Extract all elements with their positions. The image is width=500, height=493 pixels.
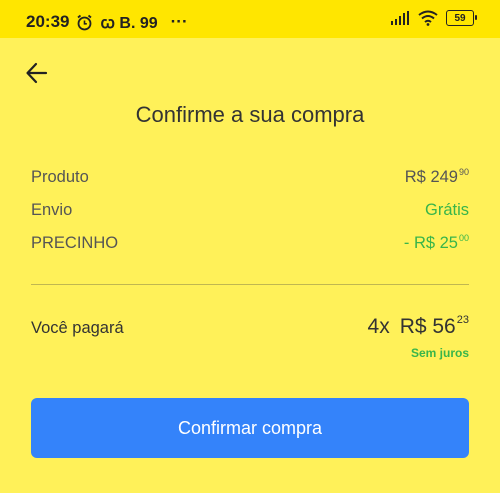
more-notifications-icon: ··· (170, 12, 188, 31)
status-time: 20:39 (26, 12, 70, 31)
notification-indicators: ꞷ B. 99 (100, 15, 158, 32)
installment-value: R$ 56 (399, 315, 456, 338)
summary-row-product: Produto R$ 24990 (31, 167, 469, 187)
page-title: Confirme a sua compra (135, 102, 365, 127)
summary-row-shipping: Envio Grátis (31, 201, 469, 220)
product-price: R$ 24990 (404, 167, 469, 186)
discount-label: PRECINHO (31, 234, 119, 252)
confirm-purchase-button[interactable]: Confirmar compra (31, 398, 469, 458)
product-label: Produto (31, 168, 89, 186)
battery-level: 59 (454, 12, 466, 24)
total-label: Você pagará (31, 319, 124, 337)
shipping-value: Grátis (424, 201, 469, 219)
battery-icon: 59 (446, 10, 477, 26)
alarm-icon (77, 14, 93, 30)
installment-value-cents: 23 (456, 314, 469, 326)
shipping-label: Envio (31, 201, 73, 219)
summary-row-discount: PRECINHO - R$ 2500 (31, 233, 469, 253)
signal-icon (391, 11, 409, 25)
status-left: 20:39 ꞷ B. 99 ··· (26, 11, 188, 33)
discount-value: - R$ 2500 (403, 233, 469, 252)
back-arrow-icon[interactable] (24, 60, 50, 86)
total-amount: 4x R$ 5623 (367, 314, 469, 339)
installments-count: 4x (367, 315, 390, 338)
status-right: 59 (390, 10, 477, 26)
confirm-purchase-label: Confirmar compra (177, 417, 323, 438)
wifi-icon (418, 10, 438, 26)
interest-free-note: Sem juros (410, 346, 469, 360)
status-bar: 20:39 ꞷ B. 99 ··· 59 (0, 0, 500, 38)
discount-value-cents: 00 (458, 233, 469, 243)
divider (31, 284, 469, 285)
product-price-cents: 90 (458, 167, 469, 177)
total-row: Você pagará 4x R$ 5623 (31, 314, 469, 339)
